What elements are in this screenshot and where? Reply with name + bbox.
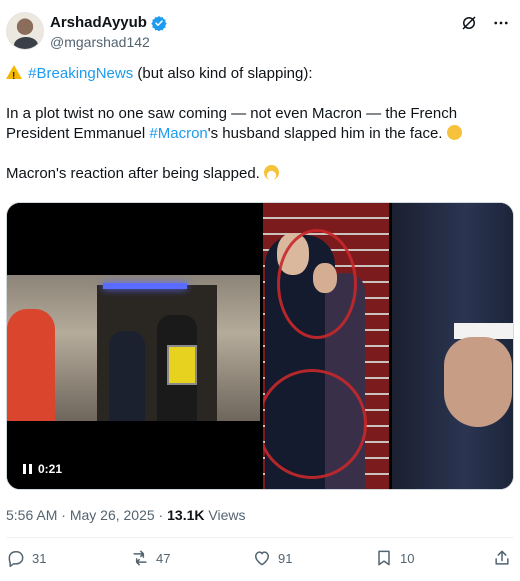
hashtag-macron[interactable]: #Macron	[149, 125, 207, 142]
author-display-name[interactable]: ArshadAyyub	[50, 14, 147, 31]
repost-count: 47	[156, 550, 171, 566]
photo-hand	[444, 337, 512, 427]
bookmark-count: 10	[400, 550, 415, 566]
views-label: Views	[204, 507, 246, 523]
repost-icon	[133, 550, 147, 566]
highlight-circle-upper	[277, 229, 357, 339]
pause-icon[interactable]	[23, 464, 32, 474]
share-icon	[495, 550, 509, 565]
shushing-face-icon	[446, 125, 462, 140]
tweet-text-line3: Macron's reaction after being slapped.	[6, 165, 265, 182]
video-light	[103, 283, 187, 289]
more-icon[interactable]	[492, 14, 510, 32]
reply-count: 31	[32, 550, 47, 566]
tweet-paragraph-1: #BreakingNews (but also kind of slapping…	[6, 64, 506, 87]
photo-three[interactable]	[392, 203, 513, 489]
tweet-header: ArshadAyyub @mgarshad142	[6, 8, 514, 54]
bookmark-button[interactable]: 10	[374, 548, 414, 568]
verified-badge-icon	[151, 15, 167, 31]
like-button[interactable]: 91	[252, 548, 292, 568]
video-person-center	[109, 331, 145, 421]
repost-button[interactable]: 47	[130, 548, 170, 568]
tweet-text: #BreakingNews (but also kind of slapping…	[6, 64, 506, 204]
avatar[interactable]	[6, 12, 44, 50]
video-player[interactable]: 0:21	[7, 203, 260, 489]
video-vest	[167, 345, 197, 385]
video-person-left	[7, 309, 55, 421]
header-actions	[460, 14, 510, 32]
meta-separator: ·	[154, 507, 168, 523]
reply-icon	[8, 551, 24, 568]
hashtag-breakingnews[interactable]: #BreakingNews	[28, 65, 133, 82]
views-count: 13.1K	[167, 507, 205, 523]
bookmark-icon	[378, 550, 390, 566]
warning-icon	[6, 65, 22, 87]
photo-two[interactable]	[263, 203, 389, 489]
tweet-paragraph-2: In a plot twist no one saw coming — not …	[6, 104, 506, 144]
author-name-row: ArshadAyyub	[50, 14, 167, 31]
face-with-mask-icon	[264, 165, 280, 180]
divider	[6, 537, 514, 538]
reply-button[interactable]: 31	[6, 548, 46, 568]
share-button[interactable]	[492, 548, 512, 568]
video-duration-badge: 0:21	[17, 459, 69, 479]
like-count: 91	[278, 550, 293, 566]
tweet-date[interactable]: May 26, 2025	[70, 507, 155, 523]
like-icon	[255, 551, 269, 566]
author-handle[interactable]: @mgarshad142	[50, 34, 150, 50]
grok-icon[interactable]	[460, 14, 478, 32]
tweet-paragraph-3: Macron's reaction after being slapped.	[6, 164, 506, 184]
tweet-meta: 5:56 AM · May 26, 2025 · 13.1K Views	[6, 507, 245, 523]
action-bar: 31 47 91 10	[6, 548, 514, 574]
media-grid: 0:21	[6, 202, 514, 490]
video-duration: 0:21	[38, 462, 63, 476]
tweet-text-line1: (but also kind of slapping):	[133, 65, 313, 82]
tweet-time[interactable]: 5:56 AM	[6, 507, 57, 523]
meta-separator: ·	[57, 507, 70, 523]
video-frame	[7, 275, 260, 421]
tweet-text-part2: 's husband slapped him in the face.	[207, 125, 447, 142]
